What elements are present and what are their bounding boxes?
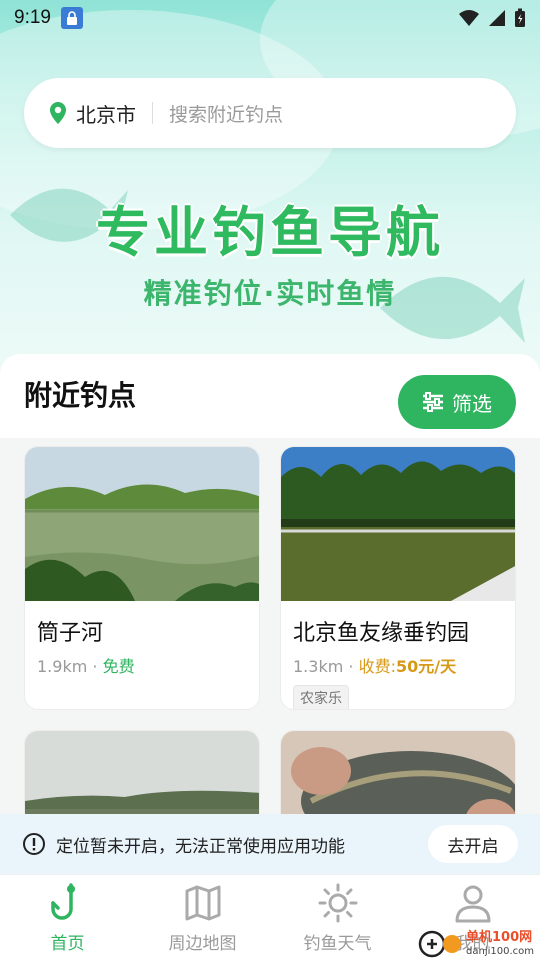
- sun-icon: [318, 883, 357, 923]
- spot-card[interactable]: 筒子河 1.9km · 免费: [24, 446, 260, 710]
- spot-name: 北京鱼友缘垂钓园: [293, 621, 470, 646]
- warning-icon: [23, 833, 45, 855]
- spot-meta: 1.9km · 免费: [37, 657, 135, 676]
- spot-price-prefix: 收费:: [358, 657, 396, 676]
- spot-tag: 农家乐: [293, 685, 349, 709]
- user-icon: [455, 885, 490, 923]
- watermark-url: danji100.com: [466, 945, 534, 957]
- filter-sliders-icon: [423, 392, 443, 412]
- location-pin-icon: [50, 102, 66, 124]
- spot-photo: [25, 447, 259, 601]
- signal-icon: [489, 10, 505, 26]
- spot-price: 免费: [102, 657, 135, 676]
- spot-price: 50元/天: [395, 657, 457, 676]
- map-icon: [185, 885, 220, 921]
- location-notice: 定位暂未开启，无法正常使用应用功能 去开启: [0, 814, 540, 874]
- search-bar[interactable]: 北京市 搜索附近钓点: [24, 78, 516, 148]
- battery-icon: [515, 8, 525, 27]
- wifi-icon: [459, 10, 479, 26]
- spot-meta: 1.3km · 收费:50元/天: [293, 657, 457, 676]
- search-input[interactable]: 搜索附近钓点: [169, 100, 283, 127]
- spot-card[interactable]: 北京鱼友缘垂钓园 1.3km · 收费:50元/天 农家乐: [280, 446, 516, 710]
- tab-label: 首页: [50, 934, 85, 954]
- hero-banner: 9:19 北京市 搜索附近钓点 专业钓鱼导航 精准钓位·实时鱼情: [0, 0, 540, 380]
- status-bar: 9:19: [0, 0, 540, 36]
- filter-label: 筛选: [452, 391, 492, 416]
- tab-weather[interactable]: 钓鱼天气: [270, 875, 405, 960]
- spot-name: 筒子河: [37, 621, 104, 646]
- tab-map[interactable]: 周边地图: [135, 875, 270, 960]
- notice-text: 定位暂未开启，无法正常使用应用功能: [56, 836, 345, 857]
- site-watermark: 单机100网 danji100.com: [418, 930, 534, 958]
- watermark-logo-icon: [418, 930, 461, 958]
- spot-distance: 1.3km: [293, 657, 344, 676]
- fishing-hook-icon: [50, 883, 75, 920]
- section-title: 附近钓点: [24, 379, 137, 412]
- banner-headline: 专业钓鱼导航: [96, 201, 444, 264]
- spot-photo: [281, 447, 515, 601]
- watermark-site: 单机100网: [466, 930, 533, 946]
- status-time: 9:19: [14, 7, 51, 28]
- banner-subline: 精准钓位·实时鱼情: [143, 277, 397, 310]
- nearby-spots-panel: 附近钓点 筛选 筒子河 1.9km · 免费 北京鱼友缘垂钓园 1.3km · …: [0, 354, 540, 874]
- filter-button[interactable]: 筛选: [398, 375, 516, 429]
- lock-icon: [60, 7, 83, 29]
- spot-distance: 1.9km: [37, 657, 88, 676]
- enable-location-button[interactable]: 去开启: [428, 825, 518, 863]
- city-selector[interactable]: 北京市: [76, 99, 136, 128]
- tab-label: 钓鱼天气: [303, 934, 372, 954]
- tab-label: 周边地图: [168, 934, 237, 954]
- divider: [152, 102, 153, 124]
- tab-home[interactable]: 首页: [0, 875, 135, 960]
